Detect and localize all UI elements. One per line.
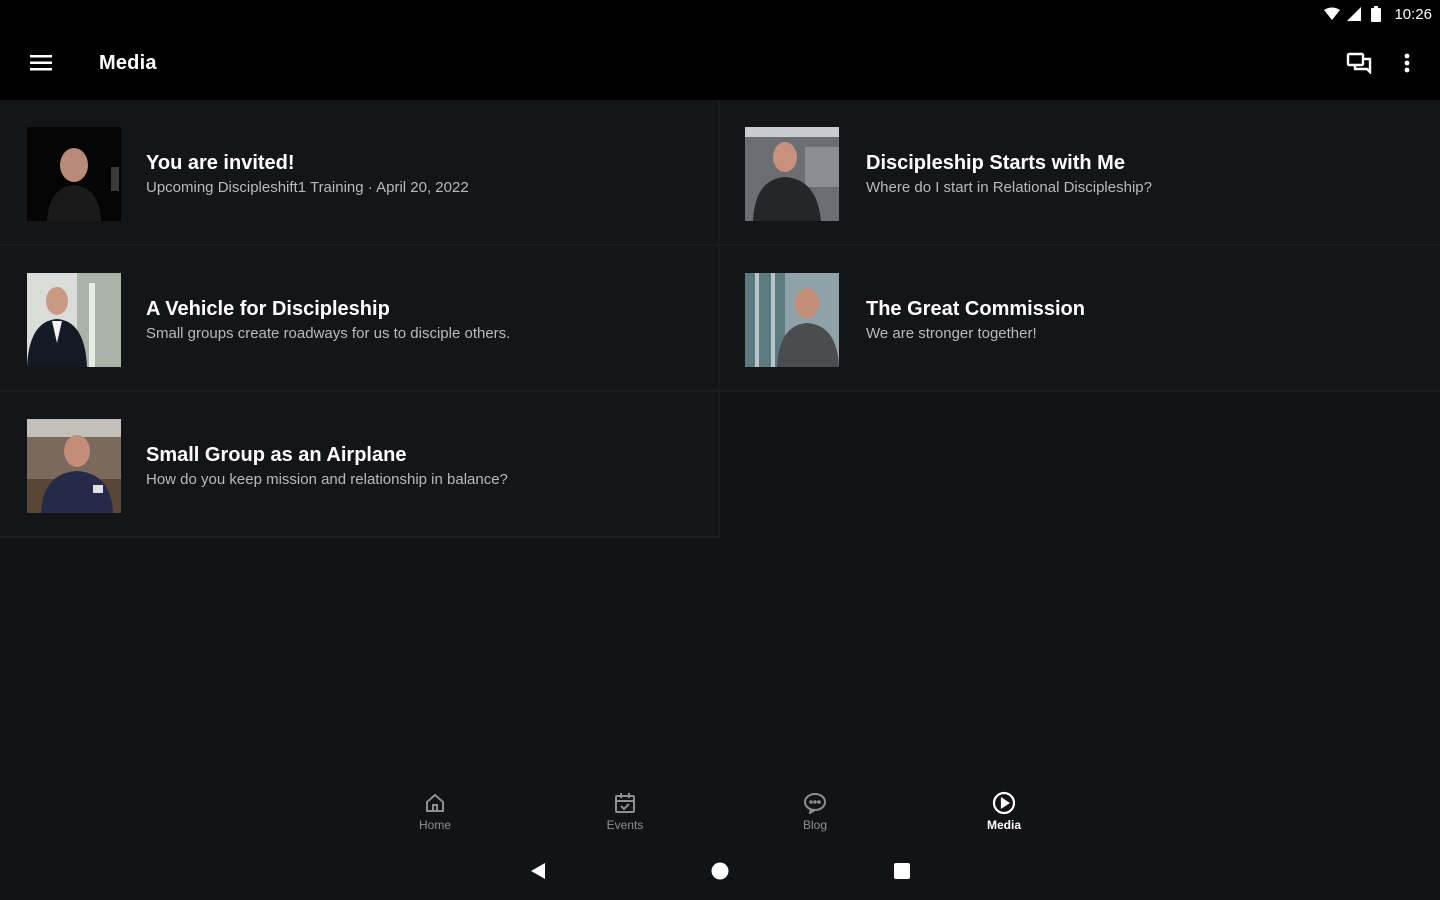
media-title: You are invited! <box>146 152 295 174</box>
chat-button[interactable] <box>1342 48 1376 82</box>
media-item[interactable]: You are invited! Upcoming Discipleshift1… <box>0 100 720 246</box>
media-subtitle: We are stronger together! <box>866 325 1037 342</box>
media-title: Discipleship Starts with Me <box>866 152 1125 174</box>
media-title: A Vehicle for Discipleship <box>146 298 390 320</box>
status-time: 10:26 <box>1394 5 1432 23</box>
signal-icon <box>1346 6 1362 22</box>
bottom-navigation: Home Events Blog Media <box>0 784 1440 844</box>
more-options-button[interactable] <box>1392 48 1422 82</box>
calendar-icon <box>612 790 638 816</box>
media-item[interactable]: The Great Commission We are stronger tog… <box>720 246 1440 392</box>
media-item[interactable]: Discipleship Starts with Me Where do I s… <box>720 100 1440 246</box>
system-home-button[interactable] <box>707 860 733 886</box>
app-screen: 10:26 Media You are invited! Upcoming Di… <box>0 0 1440 900</box>
media-list: You are invited! Upcoming Discipleshift1… <box>0 100 1440 538</box>
media-thumbnail <box>27 273 121 367</box>
nav-item-media[interactable]: Media <box>964 790 1044 840</box>
recents-square-icon <box>892 861 912 886</box>
hamburger-menu-icon <box>30 54 52 76</box>
status-bar: 10:26 <box>0 0 1440 28</box>
app-bar: Media <box>0 28 1440 100</box>
media-thumbnail <box>27 127 121 221</box>
media-subtitle: Upcoming Discipleshift1 Training · April… <box>146 179 469 196</box>
battery-icon <box>1368 6 1384 22</box>
nav-item-blog[interactable]: Blog <box>775 790 855 840</box>
home-icon <box>422 790 448 816</box>
nav-label: Home <box>418 818 451 832</box>
system-navigation <box>0 846 1440 900</box>
nav-label: Blog <box>802 818 828 832</box>
system-recents-button[interactable] <box>889 860 915 886</box>
media-title: The Great Commission <box>866 298 1085 320</box>
forum-icon <box>1346 52 1372 79</box>
media-subtitle: Where do I start in Relational Disciples… <box>866 179 1152 196</box>
media-thumbnail <box>745 127 839 221</box>
back-triangle-icon <box>529 861 547 886</box>
page-title: Media <box>99 52 157 74</box>
media-title: Small Group as an Airplane <box>146 444 407 466</box>
nav-label: Events <box>606 818 644 832</box>
more-vertical-icon <box>1404 53 1410 78</box>
media-thumbnail <box>27 419 121 513</box>
media-item[interactable]: A Vehicle for Discipleship Small groups … <box>0 246 720 392</box>
system-back-button[interactable] <box>525 860 551 886</box>
play-circle-icon <box>991 790 1017 816</box>
home-circle-icon <box>710 861 730 886</box>
nav-label: Media <box>986 818 1021 832</box>
wifi-icon <box>1324 6 1341 22</box>
media-item[interactable]: Small Group as an Airplane How do you ke… <box>0 392 720 538</box>
media-thumbnail <box>745 273 839 367</box>
nav-item-home[interactable]: Home <box>395 790 475 840</box>
chat-bubble-icon <box>802 790 828 816</box>
menu-button[interactable] <box>24 48 58 82</box>
nav-item-events[interactable]: Events <box>585 790 665 840</box>
media-subtitle: How do you keep mission and relationship… <box>146 471 508 488</box>
media-subtitle: Small groups create roadways for us to d… <box>146 325 511 342</box>
